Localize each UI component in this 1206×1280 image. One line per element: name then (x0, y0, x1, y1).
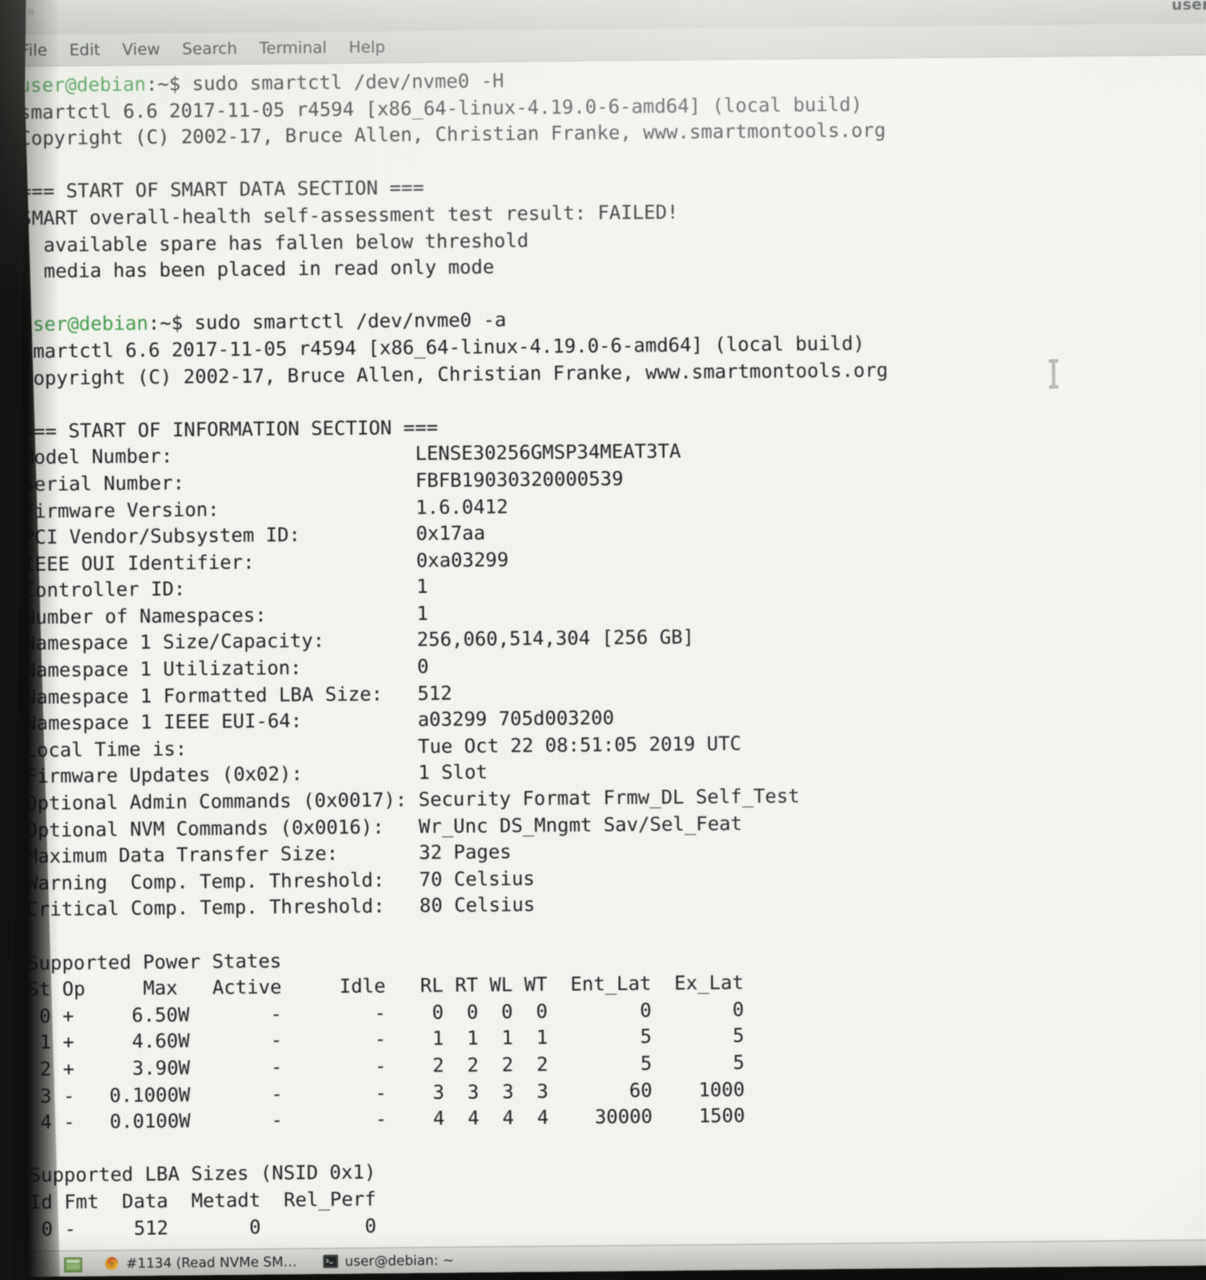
menu-item-help[interactable]: Help (349, 37, 386, 56)
menu-item-terminal[interactable]: Terminal (259, 38, 327, 58)
information-row-label: Firmware Updates (0x02): (25, 761, 419, 789)
information-row-label: Firmware Version: (22, 495, 416, 523)
text-cursor-icon (1049, 359, 1059, 389)
information-row-value: 0 (417, 654, 429, 679)
information-row-label: Namespace 1 IEEE EUI-64: (24, 708, 418, 736)
taskbar-item-terminal[interactable]: user@debian: ~ (315, 1249, 462, 1272)
information-row-value: 1 (416, 601, 429, 625)
titlebar-indicator-dot (27, 8, 35, 16)
information-row-label: Namespace 1 Size/Capacity: (24, 628, 418, 656)
prompt-tail-1: :~$ (145, 72, 193, 96)
information-row-label: Serial Number: (22, 468, 416, 496)
taskbar-item-label: user@debian: ~ (344, 1252, 455, 1270)
information-row-value: LENSE30256GMSP34MEAT3TA (415, 439, 681, 466)
taskbar-item-firefox[interactable]: #1134 (Read NVMe SM… (96, 1251, 305, 1275)
photo-of-screen: user@de File Edit View Search Terminal H… (0, 0, 1206, 1280)
information-row-value: 80 Celsius (419, 893, 536, 918)
information-rows: Model Number: LENSE30256GMSP34MEAT3TA Ser… (22, 433, 1206, 924)
information-row-value: 1 Slot (418, 760, 488, 785)
window-title: user@de (1171, 0, 1206, 14)
information-row-label: Controller ID: (23, 575, 417, 603)
information-row-label: Optional NVM Commands (0x0016): (25, 814, 419, 842)
command-text-2: sudo smartctl /dev/nvme0 -a (194, 308, 507, 335)
information-row-value: 256,060,514,304 [256 GB] (416, 625, 695, 652)
menu-item-search[interactable]: Search (182, 39, 237, 59)
terminal-output[interactable]: user@debian:~$ sudo smartctl /dev/nvme0 … (4, 54, 1206, 1257)
taskbar-item-label: #1134 (Read NVMe SM… (126, 1253, 297, 1272)
power-states-rows: 0 + 6.50W - - 0 0 0 0 0 0 1 + 4.60W - - … (28, 992, 1206, 1137)
information-row-value: 1.6.0412 (415, 494, 509, 519)
menu-item-edit[interactable]: Edit (69, 40, 100, 59)
information-row-value: 0x17aa (415, 521, 486, 546)
information-row-value: Tue Oct 22 08:51:05 2019 UTC (417, 731, 742, 758)
information-row-value: 0xa03299 (416, 547, 509, 572)
firefox-icon (105, 1256, 119, 1271)
information-row-label: Optional Admin Commands (0x0017): (25, 788, 419, 815)
information-row-value: Security Format Frmw_DL Self_Test (418, 784, 800, 812)
information-row-label: Critical Comp. Temp. Threshold: (26, 894, 420, 922)
information-row-value: a03299 705d003200 (417, 706, 615, 732)
information-row-value: 512 (417, 681, 453, 705)
menu-item-view[interactable]: View (122, 39, 160, 58)
information-row-label: Warning Comp. Temp. Threshold: (26, 867, 420, 895)
information-row-value: 70 Celsius (419, 866, 535, 891)
prompt-tail-2: :~$ (148, 311, 195, 335)
information-row-value: Wr_Unc DS_Mngmt Sav/Sel_Feat (418, 811, 743, 838)
desktop-launcher-icon[interactable] (64, 1257, 83, 1273)
information-row-label: PCI Vendor/Subsystem ID: (23, 522, 417, 549)
information-row-label: Local Time is: (25, 734, 419, 762)
information-row-value: 1 (416, 575, 429, 599)
information-row-label: Model Number: (22, 442, 416, 470)
prompt-user-host-1: user@debian (18, 72, 147, 97)
desktop-screen: user@de File Edit View Search Terminal H… (3, 0, 1206, 1277)
terminal-icon (322, 1254, 338, 1269)
information-row-value: FBFB19030320000539 (415, 466, 624, 492)
menu-item-file[interactable]: File (20, 41, 47, 60)
information-row-label: IEEE OUI Identifier: (23, 548, 417, 576)
information-row-label: Number of Namespaces: (23, 601, 417, 629)
information-row-value: 32 Pages (418, 840, 512, 865)
information-row-label: Namespace 1 Formatted LBA Size: (24, 681, 418, 709)
command-text-1: sudo smartctl /dev/nvme0 -H (191, 69, 505, 96)
information-row-label: Namespace 1 Utilization: (24, 655, 418, 682)
information-row-label: Maximum Data Transfer Size: (26, 841, 420, 869)
prompt-user-host-2: user@debian (21, 311, 149, 337)
